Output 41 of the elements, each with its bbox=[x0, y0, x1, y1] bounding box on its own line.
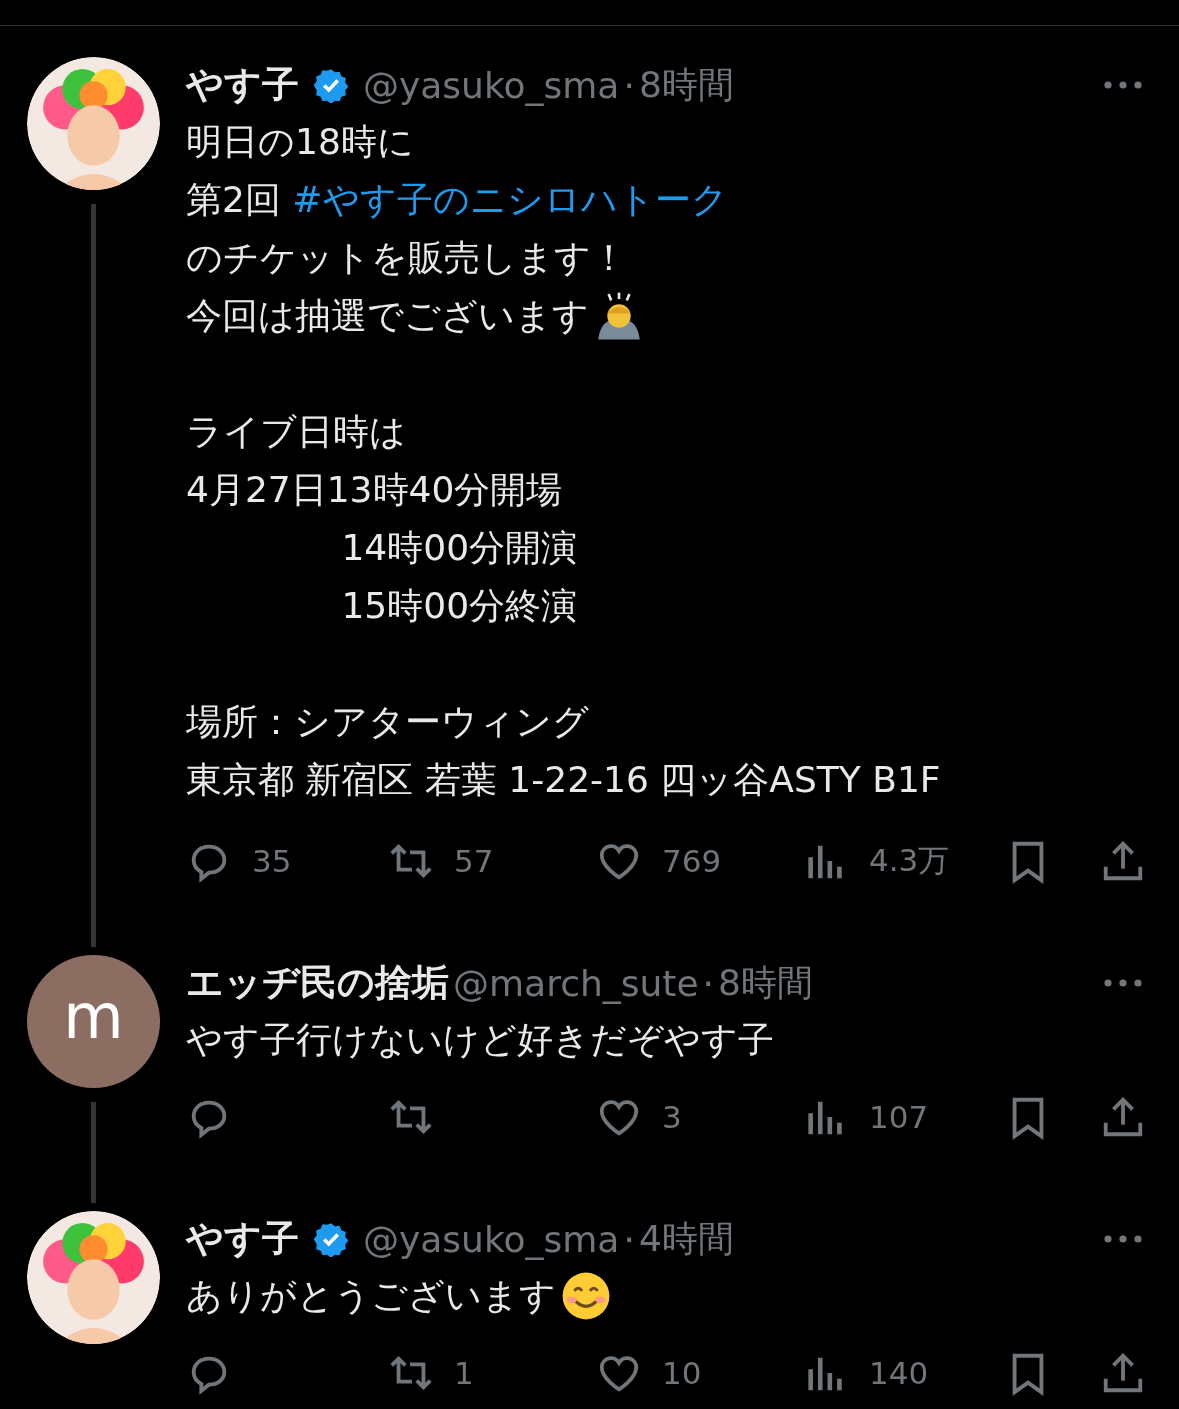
post-text: 15時00分終演 bbox=[340, 583, 578, 628]
view-count: 4.3万 bbox=[869, 841, 950, 880]
display-name[interactable]: やす子 bbox=[186, 60, 299, 110]
avatar[interactable]: m bbox=[27, 955, 160, 1088]
like-count: 3 bbox=[662, 1099, 682, 1135]
user-handle[interactable]: @march_sute bbox=[453, 962, 699, 1004]
post-text: 明日の18時に bbox=[186, 119, 414, 164]
post-text: 今回は抽選でございます bbox=[186, 293, 589, 338]
post-text: やす子行けないけど好きだぞやす子 bbox=[186, 1017, 774, 1062]
post-text: ライブ日時は bbox=[186, 409, 406, 454]
user-handle[interactable]: @yasuko_sma bbox=[363, 1218, 620, 1260]
post-text: 場所：シアターウィング bbox=[186, 699, 589, 744]
separator-dot: · bbox=[623, 1218, 635, 1260]
smiley-icon bbox=[560, 1270, 612, 1322]
more-icon[interactable] bbox=[1103, 1234, 1143, 1244]
timestamp[interactable]: 4時間 bbox=[638, 1214, 734, 1264]
reply-count: 35 bbox=[252, 843, 292, 879]
post-text: のチケットを販売します！ bbox=[186, 235, 627, 280]
post-text: 14時00分開演 bbox=[340, 525, 578, 570]
view-count: 107 bbox=[869, 1099, 929, 1135]
more-icon[interactable] bbox=[1103, 978, 1143, 988]
repost-count: 1 bbox=[454, 1355, 474, 1391]
separator-dot: · bbox=[702, 962, 715, 1004]
like-count: 769 bbox=[662, 843, 722, 879]
avatar[interactable] bbox=[27, 57, 160, 190]
timestamp[interactable]: 8時間 bbox=[718, 958, 813, 1008]
post-text: 第2回 bbox=[186, 177, 282, 222]
post-text: 東京都 新宿区 若葉 1-22-16 四ッ谷ASTY B1F bbox=[186, 757, 941, 802]
post-text: ありがとうございます bbox=[186, 1273, 556, 1318]
avatar[interactable] bbox=[27, 1211, 160, 1344]
more-icon[interactable] bbox=[1103, 80, 1143, 90]
repost-count: 57 bbox=[454, 843, 494, 879]
post-text: 4月27日13時40分開場 bbox=[186, 467, 563, 512]
timestamp[interactable]: 8時間 bbox=[638, 60, 734, 110]
view-count: 140 bbox=[869, 1355, 929, 1391]
display-name[interactable]: やす子 bbox=[186, 1214, 299, 1264]
like-count: 10 bbox=[662, 1355, 702, 1391]
separator-dot: · bbox=[623, 64, 635, 106]
display-name[interactable]: エッヂ民の捨垢 bbox=[186, 958, 449, 1008]
user-handle[interactable]: @yasuko_sma bbox=[363, 64, 620, 106]
hashtag-link[interactable]: #やす子のニシロハトーク bbox=[292, 175, 728, 225]
